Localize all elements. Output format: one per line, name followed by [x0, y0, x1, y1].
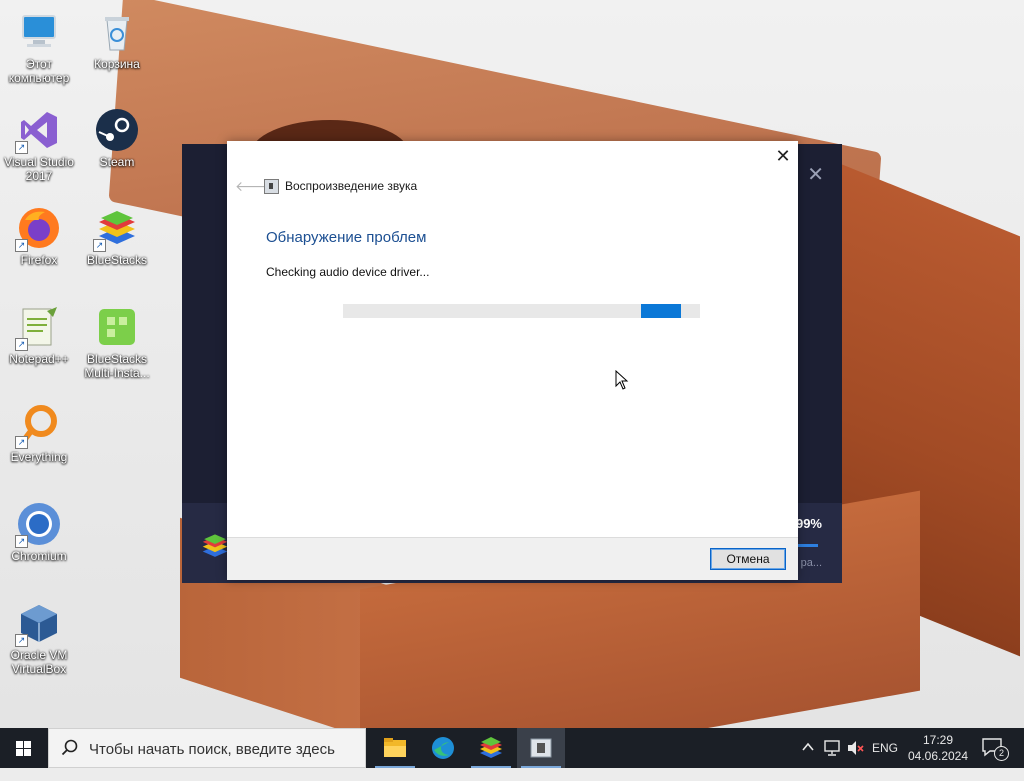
- computer-icon: [17, 10, 61, 54]
- troubleshooter-icon: [530, 738, 552, 758]
- desktop-icon-this-pc[interactable]: Этот компьютер: [0, 10, 78, 85]
- everything-icon: ↗: [15, 403, 61, 449]
- notepadpp-icon: ↗: [15, 305, 61, 351]
- clock-date: 04.06.2024: [907, 749, 969, 763]
- desktop-icon-label: Steam: [99, 155, 135, 169]
- shortcut-arrow-icon: ↗: [15, 634, 28, 647]
- desktop-icon-notepadpp[interactable]: ↗ Notepad++: [0, 305, 78, 366]
- search-icon: [61, 739, 78, 756]
- close-icon[interactable]: ✕: [807, 162, 824, 187]
- visual-studio-icon: ↗: [15, 108, 61, 154]
- desktop-icon-bluestacks[interactable]: ↗ BlueStacks: [78, 206, 156, 267]
- taskbar-troubleshooter[interactable]: [517, 728, 565, 768]
- desktop-icon-label: Этот компьютер: [8, 57, 70, 85]
- dialog-title: Воспроизведение звука: [285, 179, 418, 193]
- steam-icon: [95, 108, 139, 152]
- desktop-icon-everything[interactable]: ↗ Everything: [0, 403, 78, 464]
- mouse-cursor-icon: [615, 369, 629, 390]
- start-button[interactable]: [0, 728, 48, 768]
- desktop-icon-label: Корзина: [94, 57, 140, 71]
- notifications-icon[interactable]: 2: [980, 736, 1009, 761]
- desktop-icon-visual-studio[interactable]: ↗ Visual Studio 2017: [0, 108, 78, 183]
- edge-icon: [432, 737, 454, 759]
- taskbar-edge[interactable]: [419, 728, 467, 768]
- bluestacks-icon: [200, 531, 230, 561]
- taskbar-file-explorer[interactable]: [371, 728, 419, 768]
- desktop-icon-steam[interactable]: Steam: [78, 108, 156, 169]
- search-box[interactable]: Чтобы начать поиск, введите здесь: [48, 728, 366, 768]
- clock-time: 17:29: [922, 733, 954, 747]
- troubleshooter-dialog[interactable]: ✕ 🡐 Воспроизведение звука Обнаружение пр…: [227, 141, 798, 580]
- desktop-icon-label: Firefox: [20, 253, 58, 267]
- install-status-text: ра...: [800, 557, 822, 569]
- install-progress-bar: [798, 544, 818, 547]
- taskbar-bluestacks[interactable]: [467, 728, 515, 768]
- windows-logo-icon: [16, 741, 31, 756]
- volume-muted-icon[interactable]: [846, 739, 866, 779]
- shortcut-arrow-icon: ↗: [15, 535, 28, 548]
- network-icon[interactable]: [822, 739, 842, 779]
- bluestacks-icon: ↗: [93, 206, 139, 252]
- search-placeholder: Чтобы начать поиск, введите здесь: [89, 741, 335, 758]
- progress-indicator: [641, 304, 681, 318]
- desktop-icon-virtualbox[interactable]: ↗ Oracle VM VirtualBox: [0, 601, 78, 676]
- desktop-icon-label: Notepad++: [9, 352, 69, 366]
- close-icon[interactable]: ✕: [774, 147, 792, 165]
- chromium-icon: ↗: [15, 502, 61, 548]
- file-explorer-icon: [384, 738, 406, 757]
- shortcut-arrow-icon: ↗: [93, 239, 106, 252]
- install-percent: 99%: [795, 516, 822, 531]
- desktop-icon-bluestacks-multi[interactable]: BlueStacks Multi-Insta...: [78, 305, 156, 380]
- virtualbox-icon: ↗: [15, 601, 61, 647]
- troubleshooter-icon: [264, 179, 279, 194]
- dialog-footer: Отмена: [227, 537, 798, 580]
- shortcut-arrow-icon: ↗: [15, 239, 28, 252]
- notification-count-badge: 2: [994, 746, 1009, 761]
- status-text: Checking audio device driver...: [266, 265, 430, 279]
- firefox-icon: ↗: [15, 206, 61, 252]
- bluestacks-multi-icon: [95, 305, 139, 349]
- desktop-icon-label: BlueStacks Multi-Insta...: [84, 352, 150, 380]
- language-indicator[interactable]: ENG: [872, 741, 898, 781]
- shortcut-arrow-icon: ↗: [15, 436, 28, 449]
- desktop-icon-label: Everything: [10, 450, 68, 464]
- progress-bar: [343, 304, 700, 318]
- recycle-bin-icon: [95, 10, 139, 54]
- taskbar: Чтобы начать поиск, введите здесь ENG 17…: [0, 728, 1024, 768]
- desktop-icon-label: BlueStacks: [86, 253, 148, 267]
- desktop-icon-chromium[interactable]: ↗ Chromium: [0, 502, 78, 563]
- shortcut-arrow-icon: ↗: [15, 338, 28, 351]
- clock[interactable]: 17:29 04.06.2024: [906, 732, 970, 772]
- cancel-button[interactable]: Отмена: [710, 548, 786, 570]
- desktop-icon-label: Chromium: [11, 549, 67, 563]
- dialog-heading: Обнаружение проблем: [266, 229, 427, 246]
- desktop-icon-label: Oracle VM VirtualBox: [10, 648, 68, 676]
- desktop-icon-label: Visual Studio 2017: [4, 155, 74, 183]
- show-hidden-icons-chevron-icon[interactable]: [800, 739, 816, 779]
- desktop-icon-recycle-bin[interactable]: Корзина: [78, 10, 156, 71]
- bluestacks-icon: [480, 737, 502, 758]
- desktop-icon-firefox[interactable]: ↗ Firefox: [0, 206, 78, 267]
- shortcut-arrow-icon: ↗: [15, 141, 28, 154]
